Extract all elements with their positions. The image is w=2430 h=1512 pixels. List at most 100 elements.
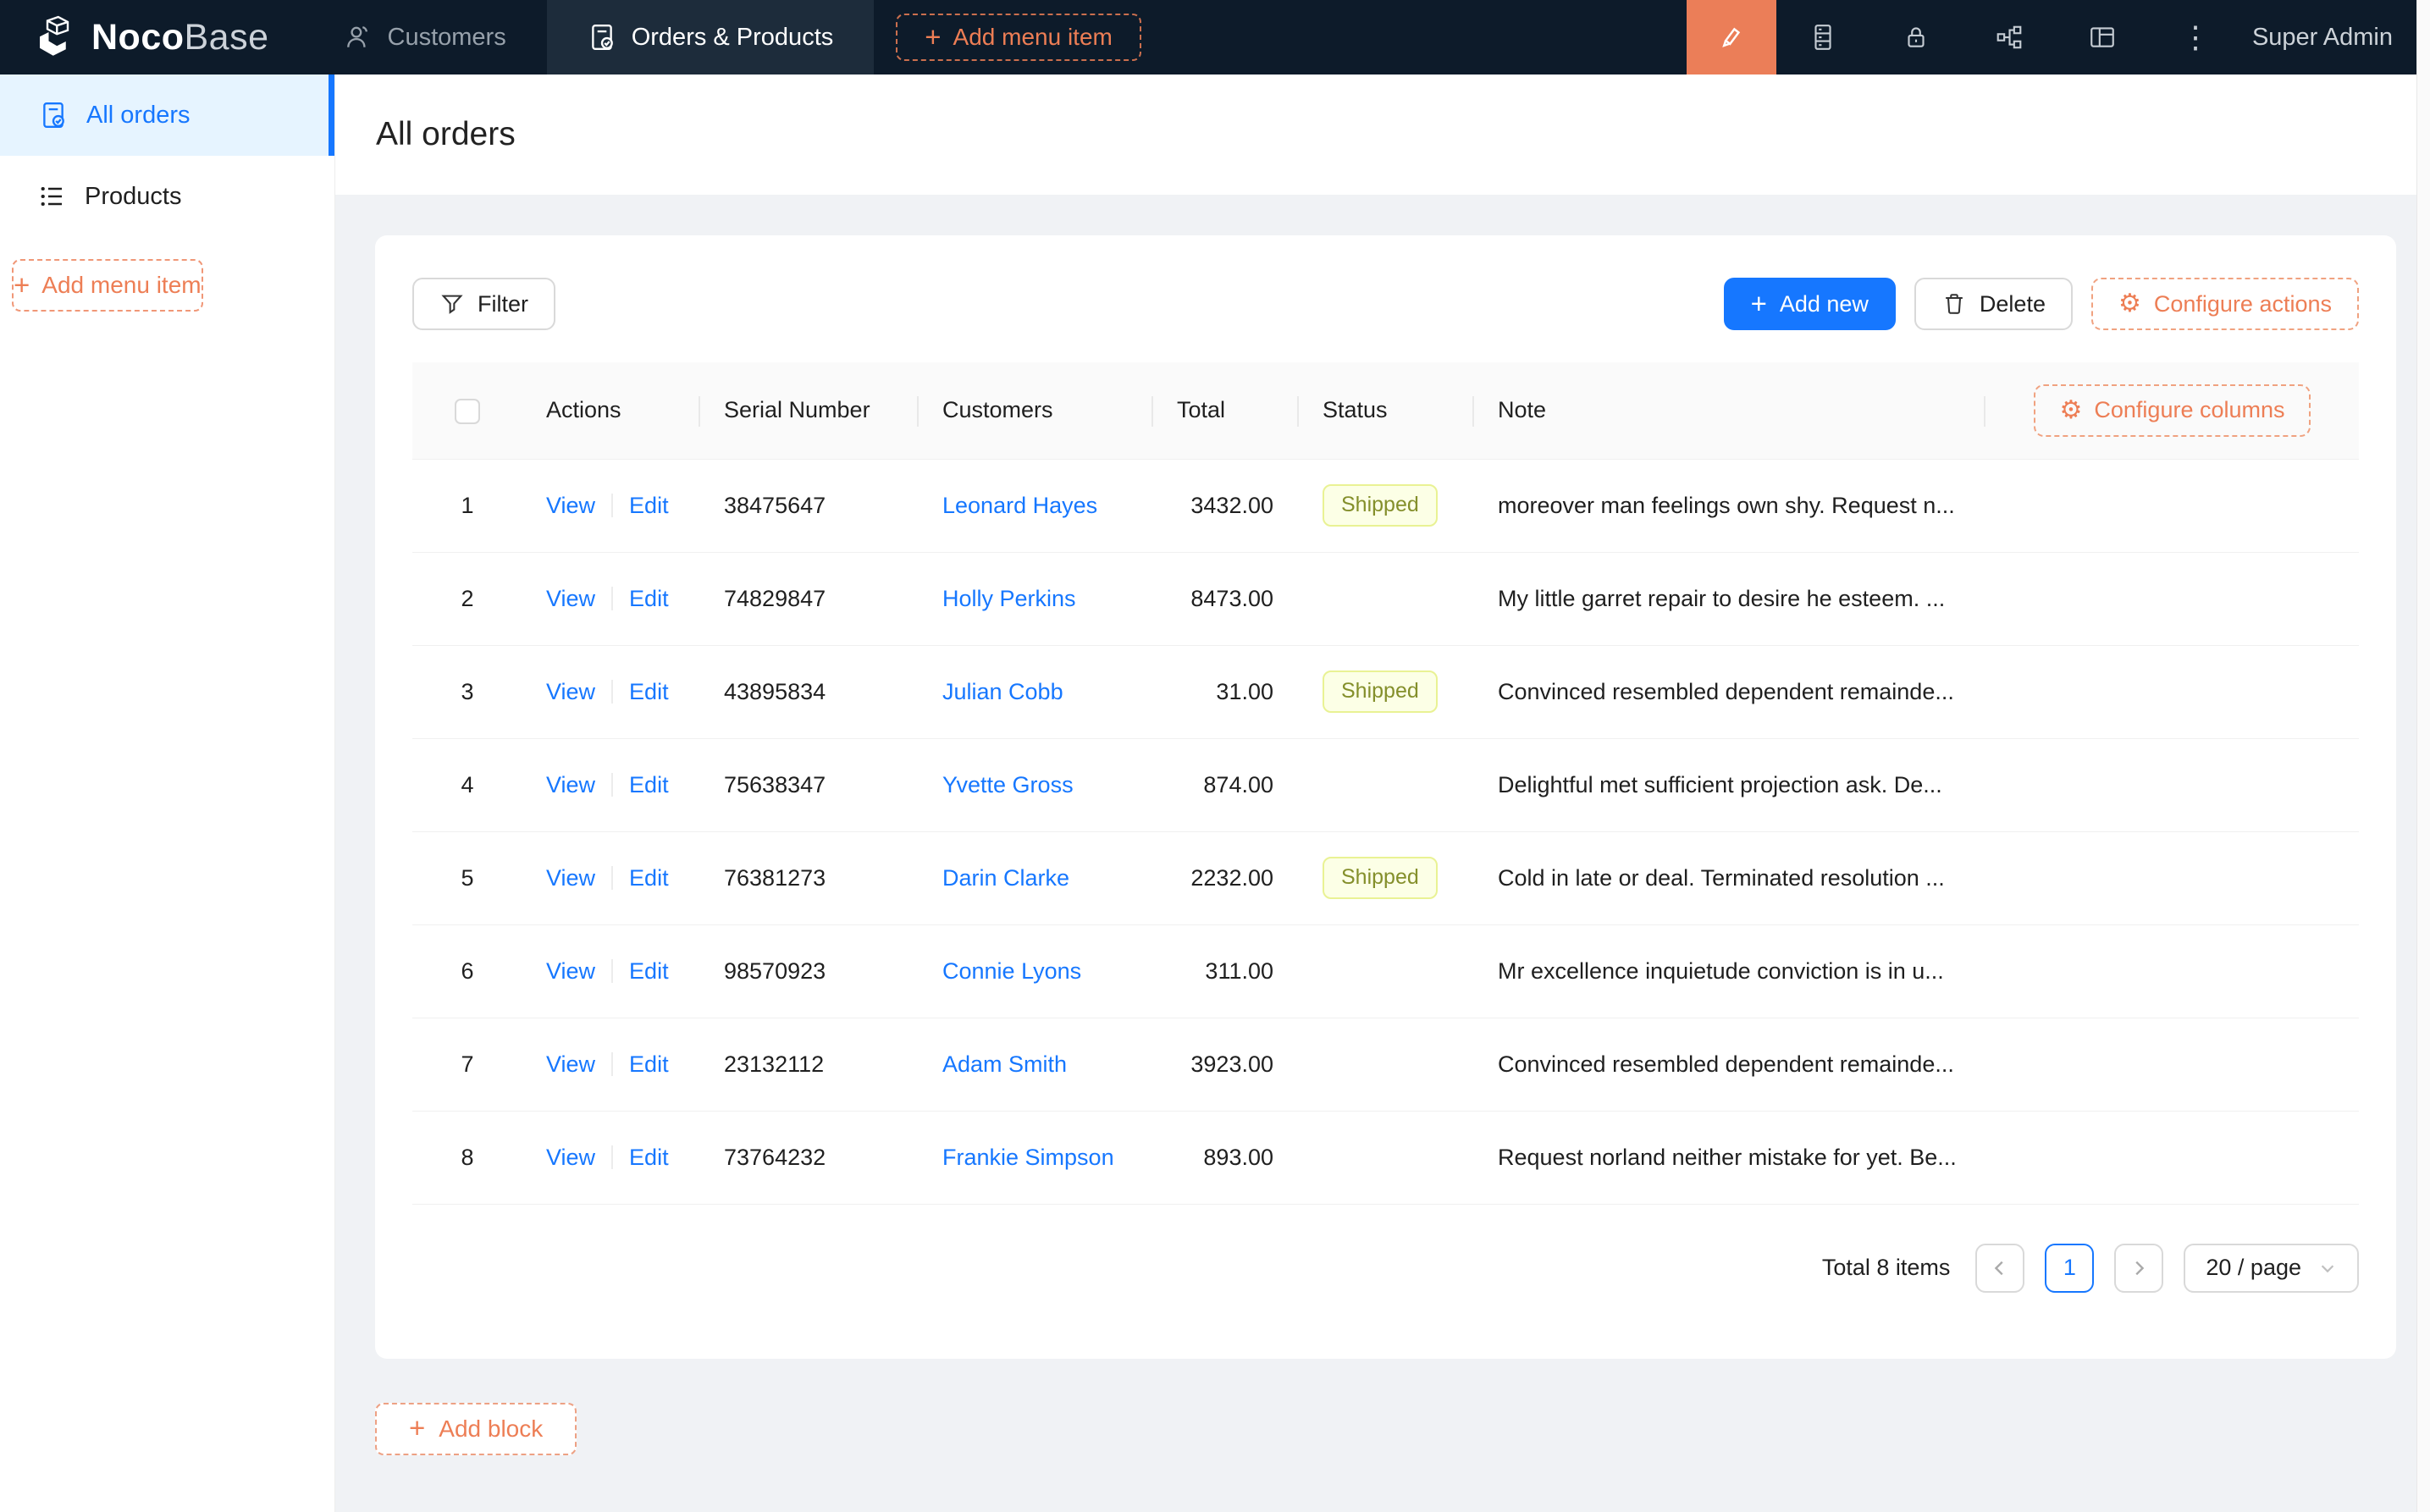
ellipsis-icon: ⋮	[2180, 22, 2211, 52]
app-body: All orders Products + Add menu item All …	[0, 74, 2430, 1512]
navbar-add-menu-item-button[interactable]: + Add menu item	[896, 14, 1141, 61]
user-menu[interactable]: Super Admin	[2242, 24, 2430, 52]
view-link[interactable]: View	[546, 772, 595, 797]
sidebar-item-products[interactable]: Products	[0, 156, 334, 237]
view-link[interactable]: View	[546, 865, 595, 891]
customer-link[interactable]: Darin Clarke	[942, 865, 1069, 891]
note-cell: Request norland neither mistake for yet.…	[1474, 1111, 1985, 1204]
page-content: Filter + Add new	[335, 195, 2430, 1512]
page-size-select[interactable]: 20 / page	[2184, 1244, 2359, 1293]
page-header: All orders	[335, 74, 2430, 195]
customer-cell: Yvette Gross	[919, 738, 1153, 831]
trash-icon	[1941, 291, 1967, 317]
status-cell	[1299, 1018, 1474, 1111]
sidebar-item-all-orders[interactable]: All orders	[0, 74, 334, 156]
nav-tab-label: Customers	[388, 24, 506, 52]
view-link[interactable]: View	[546, 1145, 595, 1170]
customer-link[interactable]: Julian Cobb	[942, 679, 1063, 704]
orders-table-block: Filter + Add new	[375, 235, 2396, 1359]
row-index-cell: 2	[412, 552, 522, 645]
view-link[interactable]: View	[546, 958, 595, 984]
toolbar-actions: + Add new Delete	[1724, 278, 2359, 330]
pagination: Total 8 items 1 20 / page	[412, 1205, 2359, 1359]
ui-editor-button[interactable]	[1687, 0, 1776, 74]
edit-link[interactable]: Edit	[629, 958, 669, 984]
status-cell: Shipped	[1299, 459, 1474, 552]
column-header-customers: Customers	[919, 362, 1153, 459]
pagination-next-button[interactable]	[2114, 1244, 2163, 1293]
serial-cell: 43895834	[700, 645, 919, 738]
status-cell	[1299, 738, 1474, 831]
customer-link[interactable]: Holly Perkins	[942, 586, 1076, 611]
spacer-cell	[1985, 645, 2359, 738]
sidebar-item-label: Products	[85, 183, 181, 211]
workflow-button[interactable]	[1963, 0, 2056, 74]
edit-link[interactable]: Edit	[629, 1145, 669, 1170]
view-link[interactable]: View	[546, 493, 595, 518]
edit-link[interactable]: Edit	[629, 1051, 669, 1077]
edit-link[interactable]: Edit	[629, 679, 669, 704]
customer-link[interactable]: Frankie Simpson	[942, 1145, 1114, 1170]
add-block-button[interactable]: + Add block	[375, 1403, 577, 1455]
view-link[interactable]: View	[546, 679, 595, 704]
scrollbar[interactable]	[2416, 0, 2430, 1512]
configure-columns-button[interactable]: ⚙ Configure columns	[2034, 384, 2310, 437]
action-divider	[611, 1052, 613, 1076]
layout-button[interactable]	[2056, 0, 2149, 74]
nocobase-logo[interactable]: NocoBase	[0, 0, 303, 74]
edit-link[interactable]: Edit	[629, 772, 669, 797]
delete-button[interactable]: Delete	[1914, 278, 2073, 330]
status-cell	[1299, 1111, 1474, 1204]
table-row: 5 ViewEdit 76381273 Darin Clarke 2232.00…	[412, 831, 2359, 924]
customer-link[interactable]: Adam Smith	[942, 1051, 1067, 1077]
edit-link[interactable]: Edit	[629, 865, 669, 891]
lock-button[interactable]	[1869, 0, 1963, 74]
total-cell: 31.00	[1153, 645, 1299, 738]
edit-link[interactable]: Edit	[629, 493, 669, 518]
configure-actions-button[interactable]: ⚙ Configure actions	[2091, 278, 2359, 330]
actions-cell: View Edit	[522, 1111, 700, 1204]
pagination-prev-button[interactable]	[1975, 1244, 2024, 1293]
edit-link[interactable]: Edit	[629, 586, 669, 611]
filter-button[interactable]: Filter	[412, 278, 555, 330]
plus-icon: +	[409, 1414, 425, 1442]
chevron-left-icon	[1991, 1259, 2009, 1277]
nav-tab-customers[interactable]: Customers	[303, 0, 547, 74]
column-header-actions: Actions	[522, 362, 700, 459]
customer-link[interactable]: Connie Lyons	[942, 958, 1081, 984]
table-row: 8 ViewEdit 73764232 Frankie Simpson 893.…	[412, 1111, 2359, 1204]
select-all-checkbox[interactable]	[455, 399, 480, 424]
total-cell: 3432.00	[1153, 459, 1299, 552]
note-cell: My little garret repair to desire he est…	[1474, 552, 1985, 645]
actions-cell: View Edit	[522, 924, 700, 1018]
action-divider	[611, 773, 613, 797]
serial-cell: 98570923	[700, 924, 919, 1018]
navbar-right-actions: ⋮ Super Admin	[1687, 0, 2430, 74]
actions-cell: View Edit	[522, 831, 700, 924]
chevron-down-icon	[2318, 1259, 2337, 1277]
row-index: 7	[461, 1051, 473, 1077]
table-row: 2 ViewEdit 74829847 Holly Perkins 8473.0…	[412, 552, 2359, 645]
note-cell: Mr excellence inquietude conviction is i…	[1474, 924, 1985, 1018]
customer-link[interactable]: Yvette Gross	[942, 772, 1074, 797]
sidebar: All orders Products + Add menu item	[0, 74, 335, 1512]
view-link[interactable]: View	[546, 1051, 595, 1077]
note-cell: Convinced resembled dependent remainde..…	[1474, 1018, 1985, 1111]
serial-cell: 38475647	[700, 459, 919, 552]
nav-tab-orders-products[interactable]: Orders & Products	[547, 0, 875, 74]
status-badge: Shipped	[1323, 857, 1438, 900]
add-new-button[interactable]: + Add new	[1724, 278, 1896, 330]
pagination-page-1[interactable]: 1	[2045, 1244, 2094, 1293]
column-header-total: Total	[1153, 362, 1299, 459]
action-divider	[611, 1145, 613, 1169]
view-link[interactable]: View	[546, 586, 595, 611]
more-menu-button[interactable]: ⋮	[2149, 0, 2242, 74]
actions-cell: View Edit	[522, 552, 700, 645]
serial-cell: 74829847	[700, 552, 919, 645]
row-index: 1	[461, 493, 473, 518]
customer-cell: Darin Clarke	[919, 831, 1153, 924]
customer-link[interactable]: Leonard Hayes	[942, 493, 1097, 518]
total-cell: 874.00	[1153, 738, 1299, 831]
sidebar-add-menu-item-button[interactable]: + Add menu item	[12, 259, 203, 312]
database-button[interactable]	[1776, 0, 1869, 74]
